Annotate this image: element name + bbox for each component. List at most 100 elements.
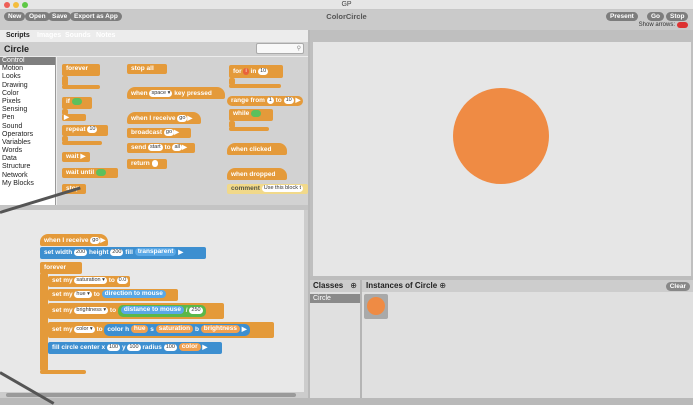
repeat-block[interactable]: repeat 10: [62, 125, 108, 136]
script-hat-label: when I receive: [44, 237, 89, 244]
forever-block[interactable]: forever: [62, 64, 100, 76]
divisor-value[interactable]: 250: [189, 306, 203, 314]
go-button[interactable]: Go: [647, 12, 665, 21]
range-end[interactable]: 10: [283, 96, 294, 104]
category-color[interactable]: Color: [0, 90, 55, 98]
color-var-dropdown[interactable]: color ▾: [74, 325, 95, 333]
stop-all-block[interactable]: stop all: [127, 64, 167, 74]
tab-images[interactable]: Images: [34, 31, 64, 41]
send-target-dropdown[interactable]: all: [172, 143, 182, 151]
clear-button[interactable]: Clear: [665, 282, 690, 291]
broadcast-message-dropdown[interactable]: go: [163, 128, 175, 136]
category-my-blocks[interactable]: My Blocks: [0, 180, 55, 188]
distance-to-mouse-reporter[interactable]: distance to mouse: [120, 306, 184, 315]
fill-value[interactable]: transparent: [134, 248, 177, 257]
wait-block[interactable]: wait ▶: [62, 152, 90, 162]
category-sound[interactable]: Sound: [0, 123, 55, 131]
set-hue-block[interactable]: set my hue ▾ to direction to mouse: [48, 289, 178, 301]
category-drawing[interactable]: Drawing: [0, 82, 55, 90]
category-network[interactable]: Network: [0, 172, 55, 180]
for-block[interactable]: for i in 10: [229, 65, 283, 78]
circle-instance[interactable]: [453, 88, 549, 184]
add-instance-plus-icon[interactable]: ⊕: [439, 281, 446, 290]
if-condition-slot[interactable]: [71, 97, 82, 105]
category-structure[interactable]: Structure: [0, 163, 55, 171]
category-motion[interactable]: Motion: [0, 65, 55, 73]
tab-scripts[interactable]: Scripts: [3, 31, 33, 41]
color-reporter[interactable]: color: [178, 343, 201, 352]
add-class-plus-icon[interactable]: ⊕: [350, 280, 357, 292]
set-width-block[interactable]: set width 200 height 200 fill transparen…: [40, 247, 206, 259]
set-brightness-block[interactable]: set my brightness ▾ to distance to mouse…: [48, 303, 224, 319]
send-block[interactable]: send start to all ▶: [127, 143, 195, 153]
key-dropdown-label: space: [151, 89, 167, 96]
category-operators[interactable]: Operators: [0, 131, 55, 139]
classes-header: Classes ⊕: [310, 280, 360, 292]
script-area[interactable]: when I receive go ▶ set width 200 height …: [0, 210, 304, 392]
broadcast-block[interactable]: broadcast go ▶: [127, 128, 191, 138]
return-block[interactable]: return: [127, 159, 167, 169]
width-value[interactable]: 200: [73, 248, 88, 256]
fill-circle-block[interactable]: fill circle center x 100 y 100 radius 10…: [48, 342, 222, 354]
while-condition-slot[interactable]: [251, 109, 262, 117]
height-label: height: [88, 249, 109, 256]
category-control[interactable]: Control: [0, 57, 55, 66]
script-hat-message[interactable]: go: [90, 236, 101, 244]
for-block-foot: [229, 84, 281, 88]
tab-sounds[interactable]: Sounds: [62, 31, 94, 41]
category-pen[interactable]: Pen: [0, 114, 55, 122]
category-pixels[interactable]: Pixels: [0, 98, 55, 106]
when-clicked-block[interactable]: when clicked: [227, 143, 287, 155]
category-data[interactable]: Data: [0, 155, 55, 163]
saturation-reporter[interactable]: saturation: [155, 325, 194, 334]
wait-until-block[interactable]: wait until: [62, 168, 118, 178]
saturation-value[interactable]: 0.0: [116, 276, 129, 284]
saturation-var-dropdown[interactable]: saturation ▾: [74, 276, 107, 284]
color-hsb-reporter[interactable]: color h hue s saturation b brightness ▶: [104, 324, 250, 336]
tab-notes[interactable]: Notes: [93, 31, 118, 41]
brightness-reporter[interactable]: brightness: [200, 325, 240, 334]
send-message-dropdown[interactable]: start: [147, 143, 163, 151]
project-title: ColorCircle: [326, 12, 367, 21]
class-item-circle[interactable]: Circle: [310, 294, 360, 303]
while-block[interactable]: while: [229, 109, 273, 121]
return-value-slot[interactable]: [151, 159, 158, 167]
wait-until-condition-slot[interactable]: [95, 168, 106, 176]
for-count[interactable]: 10: [258, 67, 269, 75]
hue-reporter[interactable]: hue: [130, 325, 149, 334]
category-words[interactable]: Words: [0, 147, 55, 155]
script-when-i-receive-block[interactable]: when I receive go ▶: [40, 234, 108, 246]
when-key-pressed-block[interactable]: when space ▾ key pressed: [127, 87, 225, 99]
direction-to-mouse-reporter[interactable]: direction to mouse: [101, 290, 166, 299]
receive-message-dropdown[interactable]: go: [177, 114, 188, 122]
category-variables[interactable]: Variables: [0, 139, 55, 147]
set-color-block[interactable]: set my color ▾ to color h hue s saturati…: [48, 322, 274, 338]
comment-text[interactable]: Use this block t: [261, 184, 304, 192]
range-start[interactable]: 1: [266, 96, 274, 104]
when-i-receive-block[interactable]: when I receive go ▶: [127, 112, 201, 124]
hue-var-dropdown[interactable]: hue ▾: [74, 290, 92, 298]
repeat-count[interactable]: 10: [87, 125, 98, 133]
script-scrollbar-thumb[interactable]: [6, 393, 296, 397]
show-arrows-toggle[interactable]: [677, 22, 688, 28]
category-sensing[interactable]: Sensing: [0, 106, 55, 114]
range-block[interactable]: range from 1 to 10 ▶: [227, 96, 303, 106]
instance-thumbnail[interactable]: [364, 294, 388, 319]
set-saturation-block[interactable]: set my saturation ▾ to 0.0: [48, 276, 130, 287]
divide-reporter[interactable]: distance to mouse / 250: [117, 305, 206, 317]
if-block[interactable]: if: [62, 97, 92, 109]
center-x-value[interactable]: 100: [106, 343, 121, 351]
category-looks[interactable]: Looks: [0, 73, 55, 81]
script-vertical-scrollbar[interactable]: [304, 210, 308, 392]
when-dropped-block[interactable]: when dropped: [227, 168, 287, 180]
key-dropdown[interactable]: space ▾: [149, 89, 173, 97]
present-button[interactable]: Present: [606, 12, 638, 21]
comment-block[interactable]: comment Use this block t: [227, 184, 308, 194]
search-input[interactable]: ⚲: [256, 43, 304, 54]
for-variable[interactable]: i: [243, 67, 249, 75]
stop-button[interactable]: Stop: [666, 12, 689, 21]
height-value[interactable]: 200: [110, 248, 124, 256]
brightness-var-dropdown[interactable]: brightness ▾: [74, 306, 109, 314]
radius-value[interactable]: 100: [163, 343, 177, 351]
center-y-value[interactable]: 100: [127, 343, 141, 351]
